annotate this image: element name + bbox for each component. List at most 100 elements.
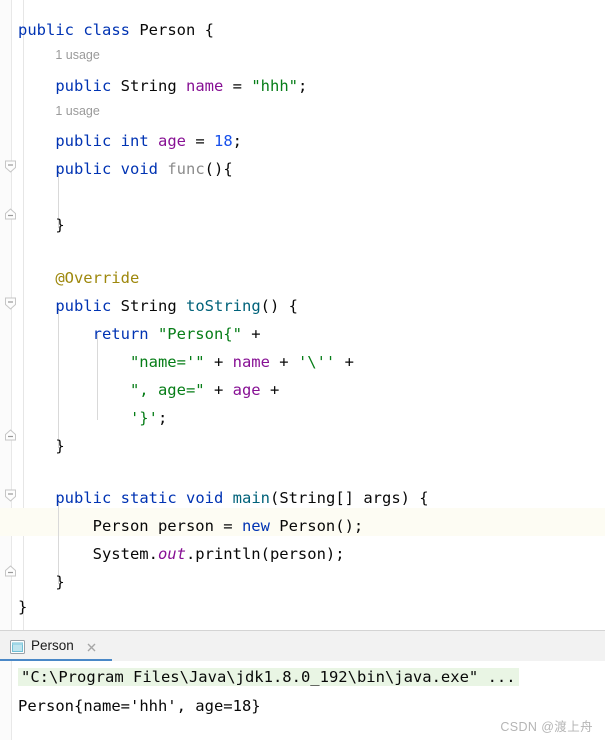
fold-region-end-icon[interactable] [4,208,17,221]
code-surface[interactable]: 1 usage 1 usage public class Person {publi… [0,0,605,630]
code-token: "name='" [129,353,205,371]
code-line[interactable]: @Override [0,264,605,292]
code-token: } [55,437,65,455]
code-token: Person person = [92,517,242,535]
code-token: int [120,132,149,150]
code-token: } [55,216,65,234]
fold-region-end-icon[interactable] [4,565,17,578]
code-token: out [157,545,186,563]
code-token: void [120,160,158,178]
code-token: .println(person); [185,545,345,563]
fold-collapse-icon[interactable] [4,160,17,173]
code-line[interactable]: } [0,568,605,596]
console-tab-label: Person [31,638,74,653]
code-token: = [186,132,214,150]
code-token: @Override [55,269,140,287]
code-token: static [120,489,177,507]
console-command-line: "C:\Program Files\Java\jdk1.8.0_192\bin\… [18,663,519,691]
console-output-line: Person{name='hhh', age=18} [18,697,261,715]
code-token: public [55,160,112,178]
code-token: String [120,77,177,95]
code-token: name [232,353,270,371]
code-token: ; [298,77,308,95]
code-token: ", age=" [129,381,205,399]
code-token: 18 [214,132,233,150]
code-token: Person { [130,21,215,39]
code-token: + [204,381,233,399]
fold-region-end-icon[interactable] [4,429,17,442]
usage-hint[interactable]: 1 usage [55,44,99,66]
code-token: String [120,297,177,315]
code-line[interactable]: System.out.println(person); [0,540,605,568]
console-tab-bar[interactable]: Person [0,631,605,661]
code-token: name [186,77,224,95]
code-line[interactable]: public String name = "hhh"; [0,72,605,100]
code-line[interactable]: public void func(){ [0,155,605,183]
code-line[interactable]: } [0,593,605,621]
code-token: class [83,21,131,39]
code-token: (String[] args) { [270,489,429,507]
code-token: ; [157,409,168,427]
code-token: '}' [129,409,158,427]
console-command-text: "C:\Program Files\Java\jdk1.8.0_192\bin\… [18,668,519,686]
code-token: public [55,489,112,507]
code-line[interactable]: public class Person { [0,16,605,44]
code-token: public [55,132,112,150]
watermark: CSDN @渡上舟 [500,720,593,734]
code-token: public [55,297,112,315]
code-line[interactable]: } [0,432,605,460]
code-token: age [158,132,186,150]
code-token: toString [186,297,261,315]
close-icon[interactable] [85,639,98,652]
code-line[interactable]: Person person = new Person(); [0,512,605,540]
code-token: '\'' [297,353,336,371]
fold-collapse-icon[interactable] [4,489,17,502]
code-token: = [223,77,252,95]
code-token: + [260,381,280,399]
code-line[interactable] [0,183,605,211]
code-line[interactable]: public int age = 18; [0,127,605,155]
code-token: void [186,489,224,507]
code-token: new [241,517,270,535]
code-token: ; [232,132,243,150]
code-token: + [269,353,298,371]
console-tab-person[interactable]: Person [0,631,112,661]
code-token: } [18,598,28,616]
code-line[interactable]: public static void main(String[] args) { [0,484,605,512]
console-icon [10,639,25,654]
code-token: System. [92,545,158,563]
code-token: return [92,325,149,343]
code-token: + [204,353,233,371]
usage-hint[interactable]: 1 usage [55,100,99,122]
code-token: public [18,21,74,39]
fold-collapse-icon[interactable] [4,297,17,310]
code-line[interactable]: return "Person{" + [0,320,605,348]
code-editor[interactable]: 1 usage 1 usage public class Person {publi… [0,0,605,630]
code-line[interactable]: '}'; [0,404,605,432]
code-token: Person(); [269,517,364,535]
code-line[interactable] [0,239,605,267]
code-line[interactable]: "name='" + name + '\'' + [0,348,605,376]
code-line[interactable]: public String toString() { [0,292,605,320]
code-token: + [335,353,354,371]
code-token: () { [260,297,298,315]
code-line[interactable]: ", age=" + age + [0,376,605,404]
code-token: public [55,77,112,95]
console-gutter [0,661,12,740]
ide-window: 1 usage 1 usage public class Person {publi… [0,0,605,740]
code-token: (){ [204,160,233,178]
code-line[interactable]: } [0,211,605,239]
code-token: func [167,160,205,178]
